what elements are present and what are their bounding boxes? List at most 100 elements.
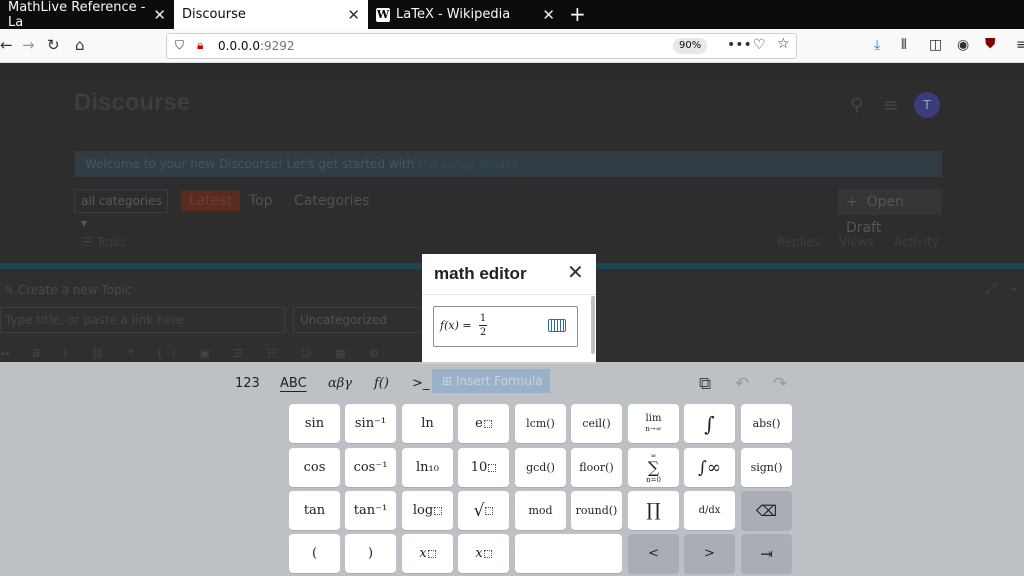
- menu-icon[interactable]: ≡: [1016, 37, 1024, 53]
- keyboard-toggle-icon[interactable]: [548, 319, 566, 332]
- layer-tab-123[interactable]: 123: [235, 376, 260, 391]
- forward-button[interactable]: →: [22, 36, 35, 54]
- formula-lhs: f(x) =: [440, 319, 472, 332]
- pocket-icon[interactable]: ♡: [753, 37, 766, 53]
- column-activity[interactable]: Activity: [894, 235, 939, 249]
- key-sum[interactable]: ∞ ∑ n=0: [628, 448, 679, 487]
- nav-top[interactable]: Top: [249, 191, 273, 211]
- key-sign[interactable]: sign(): [741, 448, 792, 487]
- key-log[interactable]: log: [402, 491, 453, 530]
- key-integral-bounds[interactable]: ∫∞: [684, 448, 735, 487]
- key-floor[interactable]: floor(): [571, 448, 622, 487]
- nav-latest[interactable]: Latest: [181, 191, 241, 211]
- layer-tab-command[interactable]: >_: [412, 376, 429, 391]
- composer-title-text: Create a new Topic: [17, 283, 132, 297]
- backspace-key[interactable]: ⌫: [741, 491, 792, 530]
- download-icon[interactable]: ⤓: [874, 37, 880, 53]
- key-arcsin[interactable]: sin⁻¹: [345, 404, 396, 443]
- key-superscript[interactable]: x: [402, 534, 453, 573]
- back-button[interactable]: ←: [0, 36, 13, 54]
- url-text[interactable]: 0.0.0.0:9292: [218, 39, 295, 53]
- close-tab-icon[interactable]: ✕: [347, 6, 360, 24]
- tab-mathlive[interactable]: MathLive Reference - La ✕: [0, 0, 174, 30]
- key-cursor-right[interactable]: >: [684, 534, 735, 573]
- column-views[interactable]: Views: [839, 235, 874, 249]
- close-tab-icon[interactable]: ✕: [542, 6, 555, 24]
- more-actions-icon[interactable]: •••: [727, 37, 752, 53]
- sidebar-icon[interactable]: ◫: [929, 37, 942, 53]
- key-sin[interactable]: sin: [289, 404, 340, 443]
- open-draft-button[interactable]: + Open Draft: [838, 189, 942, 236]
- close-tab-icon[interactable]: ✕: [153, 6, 166, 24]
- key-space[interactable]: [515, 534, 622, 573]
- key-arctan[interactable]: tan⁻¹: [345, 491, 396, 530]
- layer-tab-abc[interactable]: ABC: [280, 376, 307, 391]
- ublock-icon[interactable]: ⛊: [985, 36, 996, 52]
- shield-icon[interactable]: ⛉: [175, 38, 184, 53]
- key-abs[interactable]: abs(): [741, 404, 792, 443]
- reload-button[interactable]: ↻: [47, 36, 60, 54]
- key-arccos[interactable]: cos⁻¹: [345, 448, 396, 487]
- discourse-logo[interactable]: Discourse: [74, 89, 190, 117]
- key-ln10[interactable]: ln₁₀: [402, 448, 453, 487]
- library-icon[interactable]: ⫴: [901, 37, 907, 53]
- undo-icon[interactable]: ↶: [735, 374, 749, 394]
- key-ln[interactable]: ln: [402, 404, 453, 443]
- avatar[interactable]: T: [914, 92, 940, 118]
- key-mod[interactable]: mod: [515, 491, 566, 530]
- key-label: log: [412, 503, 434, 518]
- key-exp[interactable]: e: [458, 404, 509, 443]
- layer-tab-functions[interactable]: f(): [374, 376, 389, 391]
- key-label: ∑: [647, 457, 660, 477]
- key-cursor-left[interactable]: <: [628, 534, 679, 573]
- key-gcd[interactable]: gcd(): [515, 448, 566, 487]
- key-sqrt[interactable]: √: [458, 491, 509, 530]
- key-product[interactable]: ∏: [628, 491, 679, 530]
- hamburger-icon[interactable]: ≡: [883, 95, 898, 116]
- math-input-field[interactable]: f(x) = 1 2: [433, 306, 578, 347]
- key-ceil[interactable]: ceil(): [571, 404, 622, 443]
- composer-toolbar: ↔ B I ⛓ ❝ ⟨⟩ ▣ ☰ ☷ ☺ ▦ ⚙: [0, 347, 389, 360]
- tab-wikipedia[interactable]: W LaTeX - Wikipedia ✕: [368, 0, 563, 29]
- category-select-value: all categories: [81, 194, 162, 208]
- redo-icon[interactable]: ↷: [773, 374, 787, 394]
- key-open-paren[interactable]: (: [289, 534, 340, 573]
- key-subscript[interactable]: x: [458, 534, 509, 573]
- key-cos[interactable]: cos: [289, 448, 340, 487]
- key-tab[interactable]: ⇥: [741, 534, 792, 573]
- chevron-right-icon: >: [704, 546, 715, 561]
- key-lcm[interactable]: lcm(): [515, 404, 566, 443]
- close-icon[interactable]: ✕: [567, 260, 584, 284]
- url-bar[interactable]: ⛉ 🔒︎ 0.0.0.0:9292 90% ••• ♡ ☆: [166, 33, 797, 59]
- topic-title-input[interactable]: Type title, or paste a link here: [0, 307, 285, 333]
- setup-wizard-link[interactable]: the setup wizard: [418, 157, 518, 171]
- key-derivative[interactable]: d/dx: [684, 491, 735, 530]
- navigation-bar: ← → ↻ ⌂ ⛉ 🔒︎ 0.0.0.0:9292 90% ••• ♡ ☆ ⤓ …: [0, 29, 1024, 63]
- key-pow10[interactable]: 10: [458, 448, 509, 487]
- home-button[interactable]: ⌂: [75, 36, 85, 54]
- insert-formula-button[interactable]: ⊞ Insert Formula: [432, 369, 550, 393]
- key-label: cos⁻¹: [353, 460, 388, 475]
- key-close-paren[interactable]: ): [345, 534, 396, 573]
- modal-scrollbar[interactable]: [591, 296, 595, 354]
- copy-icon[interactable]: ⧉: [699, 374, 711, 394]
- placeholder-box: [483, 549, 492, 558]
- insecure-lock-icon[interactable]: 🔒︎: [197, 38, 203, 53]
- search-icon[interactable]: ⚲: [850, 95, 863, 116]
- tab-discourse[interactable]: Discourse ✕: [174, 0, 368, 29]
- expand-icon[interactable]: ⤢: [985, 281, 996, 297]
- key-tan[interactable]: tan: [289, 491, 340, 530]
- column-replies[interactable]: Replies: [777, 235, 820, 249]
- key-round[interactable]: round(): [571, 491, 622, 530]
- key-integral[interactable]: ∫: [684, 404, 735, 443]
- layer-tab-greek[interactable]: αβγ: [328, 376, 352, 391]
- new-tab-button[interactable]: +: [563, 0, 592, 29]
- nav-categories[interactable]: Categories: [294, 191, 369, 211]
- account-icon[interactable]: ◉: [957, 37, 969, 53]
- key-limit[interactable]: lim n→∞: [628, 404, 679, 443]
- collapse-icon[interactable]: ⌄: [1008, 279, 1020, 295]
- zoom-indicator[interactable]: 90%: [673, 38, 708, 54]
- column-topic[interactable]: ☰ Topic: [82, 235, 127, 249]
- category-select[interactable]: all categories ▾: [74, 189, 168, 230]
- bookmark-star-icon[interactable]: ☆: [777, 36, 790, 52]
